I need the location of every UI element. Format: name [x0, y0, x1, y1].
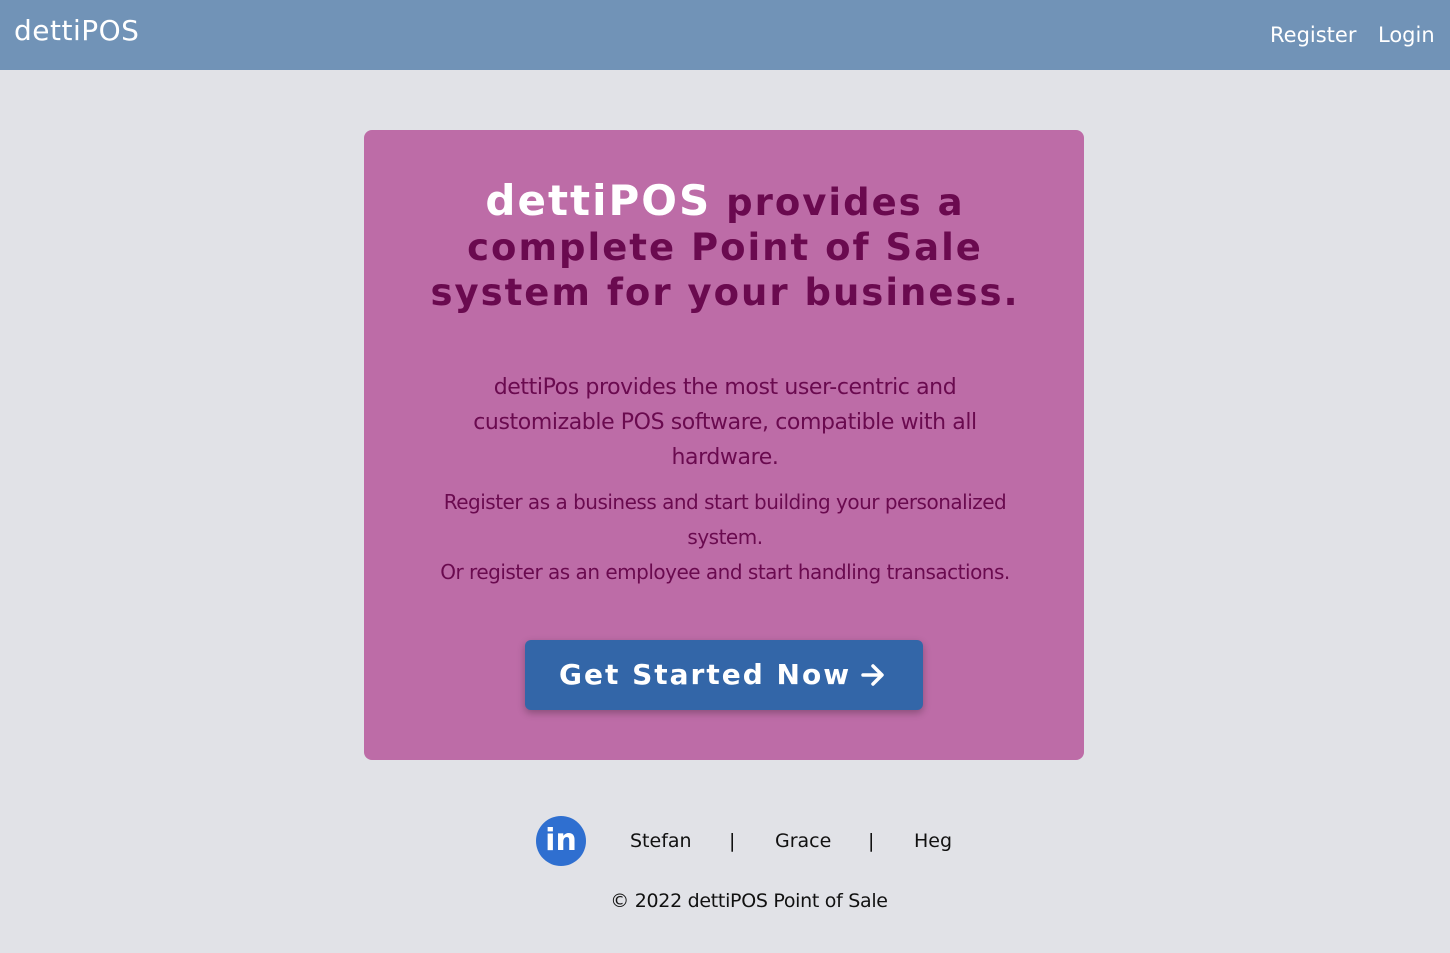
footer-link-grace[interactable]: Grace	[775, 828, 831, 854]
footer-link-stefan[interactable]: Stefan	[630, 828, 692, 854]
hero-description: dettiPos provides the most user-centric …	[473, 375, 977, 470]
brand-logo[interactable]: dettiPOS	[14, 13, 139, 49]
footer-copyright: © 2022 dettiPOS Point of Sale	[610, 890, 888, 912]
get-started-label: Get Started Now	[559, 658, 852, 691]
top-navbar: dettiPOS Register Login	[0, 0, 1450, 70]
headline-brand: dettiPOS	[485, 176, 712, 225]
nav-login-link[interactable]: Login	[1378, 20, 1435, 50]
hero-headline: dettiPOS provides a complete Point of Sa…	[430, 178, 1020, 315]
footer-link-heg[interactable]: Heg	[914, 828, 952, 854]
get-started-button[interactable]: Get Started Now	[525, 640, 923, 710]
arrow-right-icon	[861, 664, 884, 686]
linkedin-icon[interactable]: in	[536, 816, 586, 866]
business-register-text: Register as a business and start buildin…	[443, 490, 1007, 549]
employee-register-text: Or register as an employee and start han…	[440, 560, 1010, 584]
nav-register-link[interactable]: Register	[1270, 20, 1356, 50]
footer-separator: |	[868, 830, 875, 852]
footer-separator: |	[729, 830, 736, 852]
